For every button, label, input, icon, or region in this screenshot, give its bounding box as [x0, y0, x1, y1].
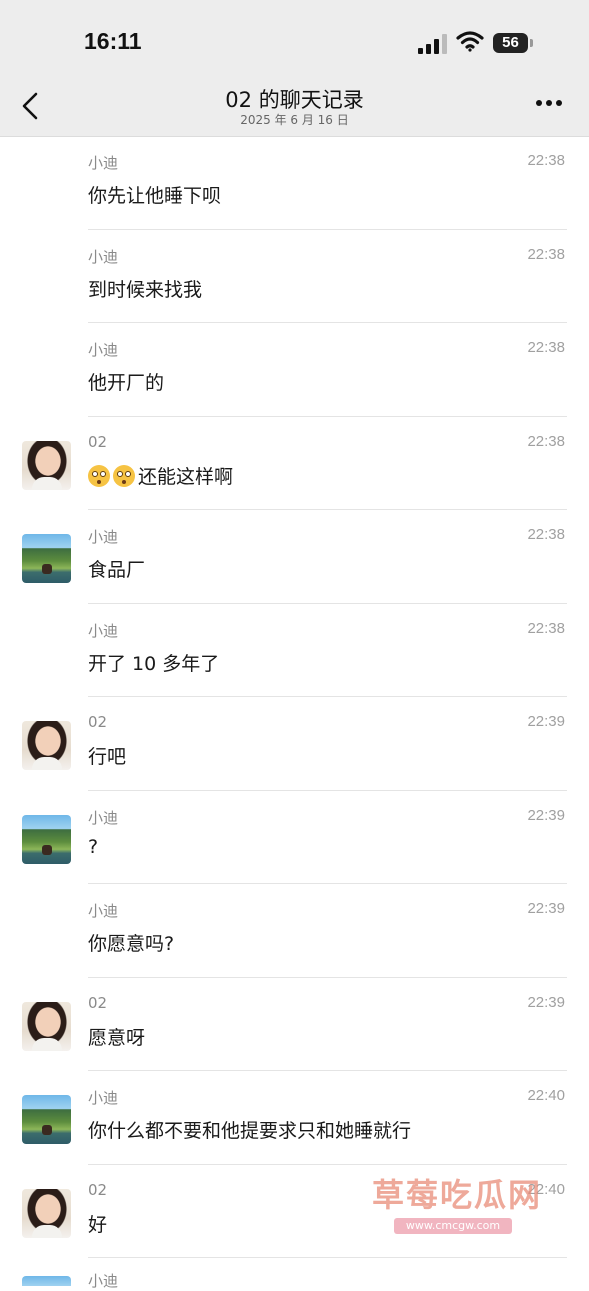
message-time: 22:38	[527, 245, 565, 263]
avatar[interactable]	[22, 814, 71, 864]
avatar[interactable]	[22, 534, 71, 583]
message-time: 22:39	[527, 806, 565, 824]
sender-name: 小迪	[88, 154, 119, 172]
sender-name: 02	[88, 432, 108, 451]
message-time: 22:38	[527, 339, 565, 356]
sender-name: 小迪	[88, 528, 119, 546]
avatar[interactable]	[22, 721, 71, 770]
message-time: 22:39	[527, 713, 565, 730]
message-text: 开了 10 多年了	[88, 652, 220, 675]
wifi-icon	[456, 31, 484, 52]
list-item[interactable]: 小迪 22:38 他开厂的	[0, 323, 589, 417]
message-text: 愿意呀	[88, 1026, 146, 1049]
sender-name: 小迪	[88, 902, 119, 920]
message-time: 22:39	[527, 900, 565, 917]
flushed-face-emoji-icon	[113, 464, 135, 487]
battery-cap	[530, 39, 533, 47]
message-text: 你先让他睡下呗	[88, 185, 222, 207]
sender-name: 小迪	[88, 1089, 119, 1107]
chat-header: 16:11 56 02 的聊天记录 2025 年 6 月 16 日	[0, 0, 589, 137]
list-item[interactable]: 小迪 22:39 你愿意吗?	[0, 884, 589, 978]
message-text: 还能这样啊	[138, 465, 234, 488]
message-time: 22:38	[527, 526, 565, 543]
list-item[interactable]: 小迪 22:38 你先让他睡下呗	[0, 136, 589, 230]
list-item[interactable]: 小迪 22:38 到时候来找我	[0, 230, 589, 323]
list-item[interactable]: 02 22:38 还能这样啊	[0, 417, 589, 510]
list-item[interactable]: 小迪 22:39 ?	[0, 791, 589, 884]
message-text: ?	[88, 835, 99, 858]
message-time: 22:38	[527, 432, 565, 450]
watermark-logo: 草莓吃瓜网	[372, 1176, 543, 1214]
message-text: 到时候来找我	[88, 278, 203, 301]
list-item[interactable]: 小迪 22:38 食品厂	[0, 510, 589, 604]
page-title: 02 的聊天记录	[225, 88, 364, 112]
list-item[interactable]: 02 22:39 愿意呀	[0, 978, 589, 1071]
message-time: 22:38	[527, 152, 565, 169]
sender-name: 02	[88, 993, 108, 1012]
more-options-button[interactable]	[536, 100, 566, 110]
message-time: 22:39	[527, 993, 565, 1011]
message-text-row: 还能这样啊	[88, 462, 233, 489]
battery-icon: 56	[493, 33, 528, 53]
list-item[interactable]: 02 22:39 行吧	[0, 697, 589, 791]
cellular-signal-icon	[418, 34, 448, 54]
avatar[interactable]	[22, 1095, 71, 1144]
message-list: 小迪 22:38 你先让他睡下呗 小迪 22:38 到时候来找我 小迪 22:3…	[0, 136, 589, 1258]
message-time: 22:40	[527, 1087, 565, 1104]
message-text: 食品厂	[88, 559, 146, 581]
list-item-partial[interactable]: 小迪	[0, 1262, 589, 1290]
list-item[interactable]: 小迪 22:40 你什么都不要和他提要求只和她睡就行	[0, 1071, 589, 1165]
status-time: 16:11	[84, 28, 142, 54]
flushed-face-emoji-icon	[88, 464, 110, 487]
sender-name: 小迪	[88, 1272, 119, 1290]
avatar[interactable]	[22, 1276, 71, 1286]
sender-name: 小迪	[88, 621, 119, 640]
avatar[interactable]	[22, 1001, 71, 1051]
avatar[interactable]	[22, 1188, 71, 1238]
message-time: 22:38	[527, 619, 565, 637]
message-text: 行吧	[88, 746, 127, 768]
message-text: 他开厂的	[88, 372, 165, 394]
message-text: 你愿意吗?	[88, 933, 175, 955]
divider	[88, 1257, 567, 1258]
sender-name: 小迪	[88, 341, 119, 359]
message-text: 你什么都不要和他提要求只和她睡就行	[88, 1120, 412, 1142]
sender-name: 02	[88, 1180, 108, 1199]
watermark-url: www.cmcgw.com	[394, 1218, 512, 1234]
message-text: 好	[88, 1213, 108, 1236]
sender-name: 小迪	[88, 808, 119, 827]
avatar[interactable]	[22, 440, 71, 490]
sender-name: 02	[88, 713, 108, 731]
sender-name: 小迪	[88, 247, 119, 266]
page-subtitle-date: 2025 年 6 月 16 日	[240, 113, 349, 127]
list-item[interactable]: 小迪 22:38 开了 10 多年了	[0, 604, 589, 697]
